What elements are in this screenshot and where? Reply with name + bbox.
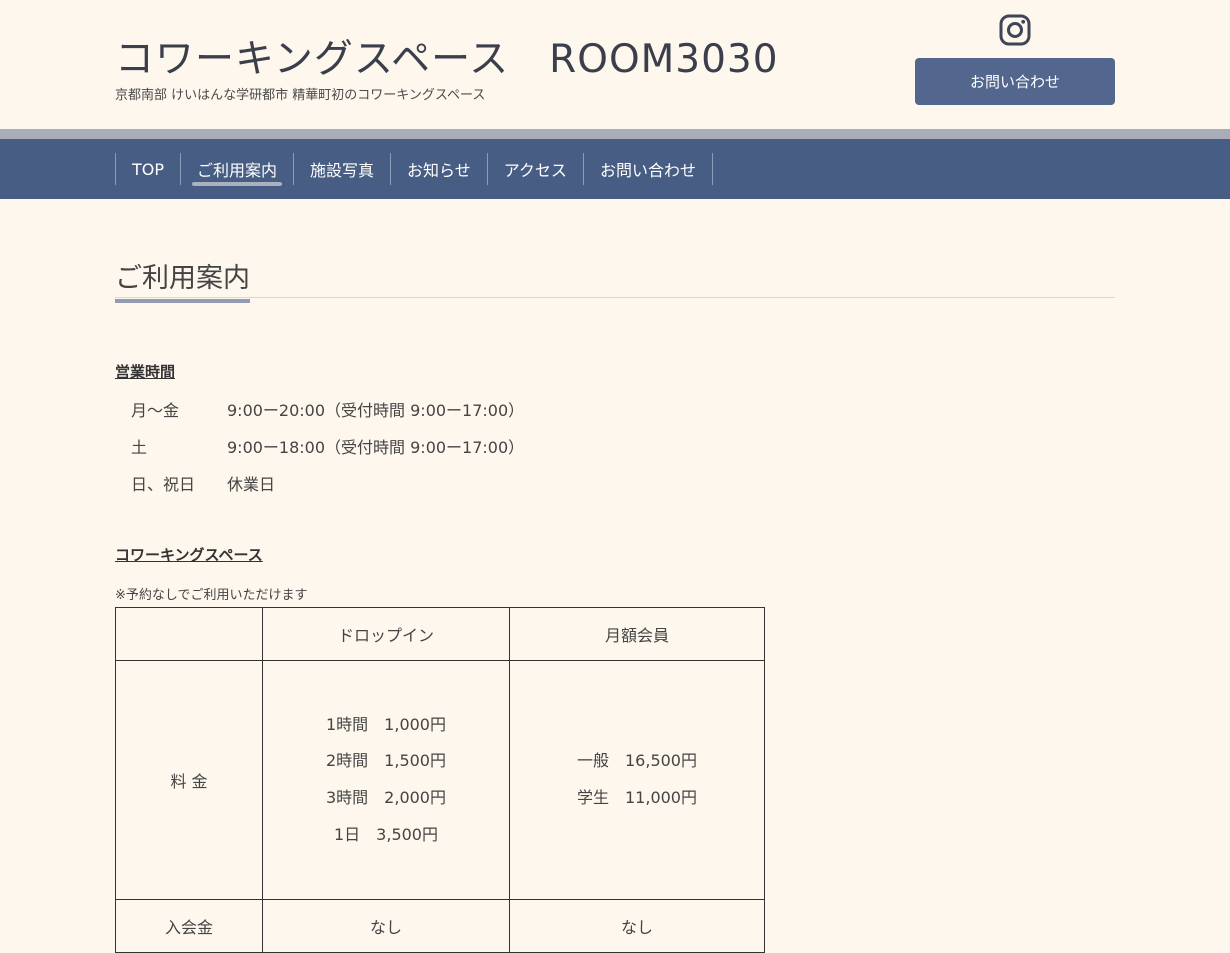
hours-row: 日、祝日 休業日 xyxy=(131,471,275,495)
nav-item-top[interactable]: TOP xyxy=(115,153,180,185)
hours-title: 営業時間 xyxy=(115,363,176,381)
table-row: 料 金 1時間 1,000円 2時間 1,500円 3時間 2,000円 1日 … xyxy=(115,660,765,900)
hours-day: 月〜金 xyxy=(131,401,180,420)
fee-label-cell: 料 金 xyxy=(115,660,263,900)
hours-time: 休業日 xyxy=(227,475,276,494)
entry-label-cell: 入会金 xyxy=(115,899,263,953)
page-title: ご利用案内 xyxy=(115,256,250,303)
nav-item-news[interactable]: お知らせ xyxy=(390,153,487,185)
nav-item-access[interactable]: アクセス xyxy=(486,153,583,185)
table-header-cell: ドロップイン xyxy=(262,607,510,661)
entry-dropin-cell: なし xyxy=(262,899,510,953)
page-heading-area: ご利用案内 xyxy=(115,256,1115,303)
dropin-fee: 1時間 1,000円 xyxy=(326,714,446,734)
hours-time: 9:00ー20:00（受付時間 9:00ー17:00） xyxy=(227,401,525,420)
site-subtitle: 京都南部 けいはんな学研都市 精華町初のコワーキングスペース xyxy=(115,88,486,103)
table-row: 入会金 なし なし xyxy=(115,899,765,953)
coworking-title: コワーキングスペース xyxy=(115,546,263,564)
hours-time: 9:00ー18:00（受付時間 9:00ー17:00） xyxy=(227,438,525,457)
table-header-cell xyxy=(115,607,263,661)
price-table: ドロップイン 月額会員 料 金 1時間 1,000円 2時間 1,500円 3時… xyxy=(115,607,765,953)
nav-accent-bar xyxy=(0,129,1230,139)
hours-row: 月〜金 9:00ー20:00（受付時間 9:00ー17:00） xyxy=(131,397,524,421)
hours-day: 日、祝日 xyxy=(131,475,196,494)
site-title[interactable]: コワーキングスペース ROOM3030 xyxy=(115,28,779,84)
dropin-fee: 2時間 1,500円 xyxy=(326,751,446,771)
hours-day: 土 xyxy=(131,438,148,457)
entry-member-cell: なし xyxy=(509,899,765,953)
nav-item-guide[interactable]: ご利用案内 xyxy=(180,153,293,186)
member-fee: 学生 11,000円 xyxy=(577,788,697,807)
instagram-icon[interactable] xyxy=(999,14,1031,46)
member-fee-cell: 一般 16,500円 学生 11,000円 xyxy=(509,660,765,900)
nav-item-photos[interactable]: 施設写真 xyxy=(293,153,390,185)
reservation-note: ※予約なしでご利用いただけます xyxy=(115,588,308,603)
table-header-cell: 月額会員 xyxy=(509,607,765,661)
hours-row: 土 9:00ー18:00（受付時間 9:00ー17:00） xyxy=(131,434,524,458)
table-header-row: ドロップイン 月額会員 xyxy=(115,607,765,661)
dropin-fee-cell: 1時間 1,000円 2時間 1,500円 3時間 2,000円 1日 3,50… xyxy=(262,660,510,900)
member-fee: 一般 16,500円 xyxy=(577,751,697,771)
nav-item-contact[interactable]: お問い合わせ xyxy=(582,153,713,185)
dropin-fee: 1日 3,500円 xyxy=(334,824,438,844)
dropin-fee: 3時間 2,000円 xyxy=(326,788,446,807)
contact-button[interactable]: お問い合わせ xyxy=(915,58,1115,105)
main-nav: TOP ご利用案内 施設写真 お知らせ アクセス お問い合わせ xyxy=(0,139,1230,199)
site-header: コワーキングスペース ROOM3030 京都南部 けいはんな学研都市 精華町初の… xyxy=(0,0,1230,129)
